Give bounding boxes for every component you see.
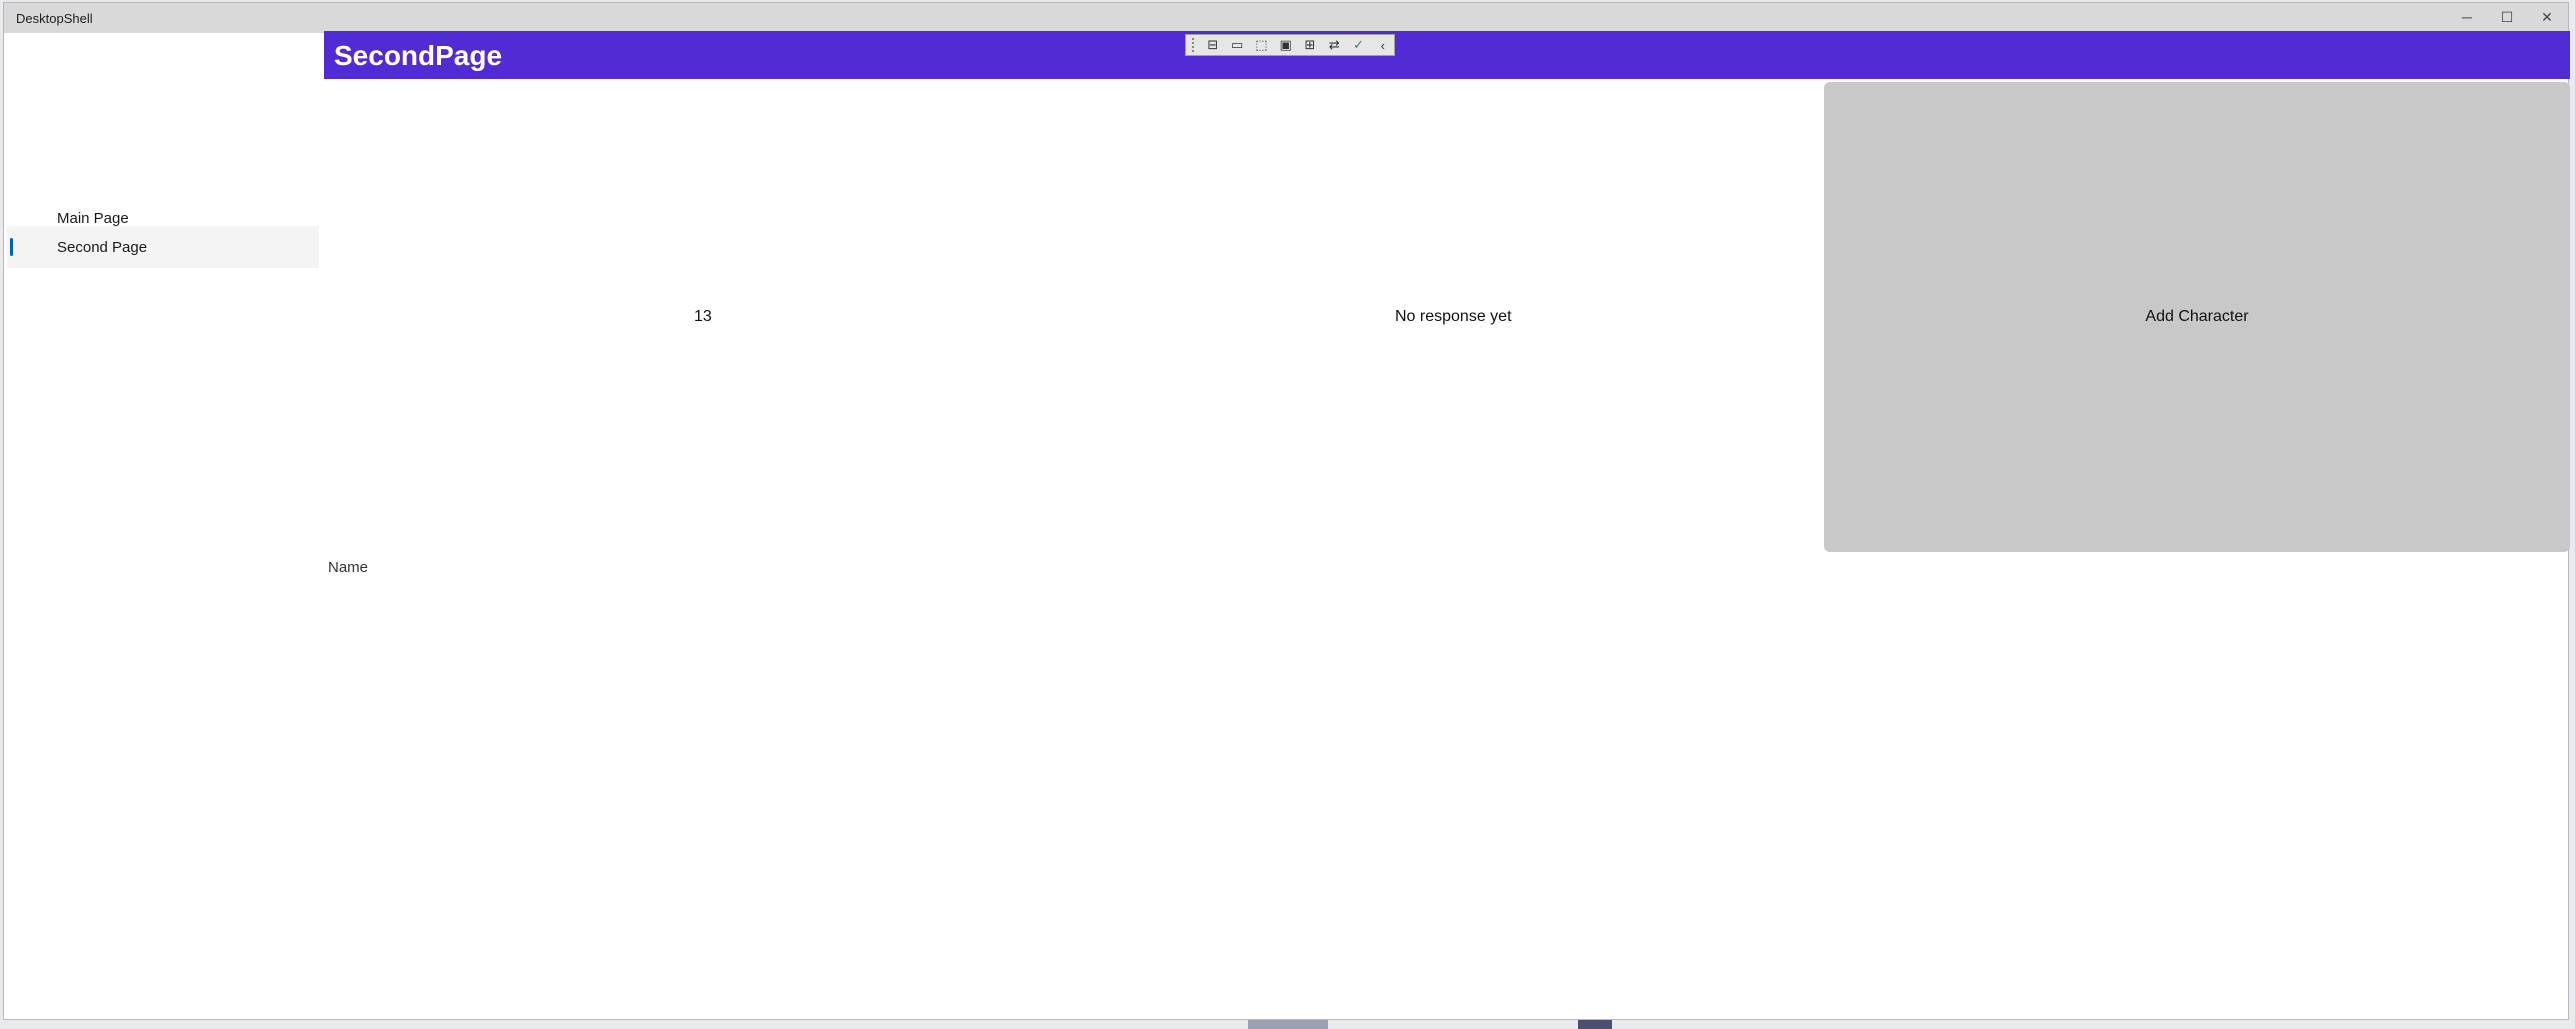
add-character-button[interactable]: Add Character xyxy=(1824,82,2570,552)
sidebar-item-label: Main Page xyxy=(57,209,129,227)
toolbar-grip[interactable] xyxy=(1192,38,1198,52)
binding-failures-icon[interactable]: ⇄ xyxy=(1323,36,1345,54)
flyout-navigation: Main Page Second Page xyxy=(4,33,322,1019)
minimize-button[interactable]: ─ xyxy=(2447,3,2487,31)
page-header: SecondPage xyxy=(324,31,2570,79)
xaml-debug-toolbar[interactable]: ⊟ ▭ ⬚ ▣ ⊞ ⇄ ✓ ‹ xyxy=(1185,34,1395,56)
select-element-icon[interactable]: ⬚ xyxy=(1250,36,1272,54)
name-label: Name xyxy=(328,559,369,576)
close-button[interactable]: ✕ xyxy=(2527,3,2567,31)
response-label: No response yet xyxy=(1395,308,1512,325)
track-focus-icon[interactable]: ⊞ xyxy=(1299,36,1321,54)
sidebar-item-second-page[interactable]: Second Page xyxy=(7,226,319,268)
accessibility-check-icon[interactable]: ✓ xyxy=(1347,36,1369,54)
record-icon[interactable]: ▭ xyxy=(1226,36,1248,54)
collapse-toolbar-icon[interactable]: ‹ xyxy=(1372,36,1394,54)
title-bar[interactable]: DesktopShell ─ ☐ ✕ xyxy=(4,3,2568,33)
selection-indicator xyxy=(10,238,13,256)
window-title: DesktopShell xyxy=(16,11,93,26)
app-window: DesktopShell ─ ☐ ✕ Main Page Second Page… xyxy=(3,2,2570,1020)
counter-label: 13 xyxy=(694,308,712,325)
sidebar-item-label: Second Page xyxy=(57,238,148,256)
live-visual-tree-icon[interactable]: ⊟ xyxy=(1202,36,1224,54)
page-title: SecondPage xyxy=(334,40,503,71)
display-layout-adorners-icon[interactable]: ▣ xyxy=(1275,36,1297,54)
maximize-button[interactable]: ☐ xyxy=(2487,3,2527,31)
